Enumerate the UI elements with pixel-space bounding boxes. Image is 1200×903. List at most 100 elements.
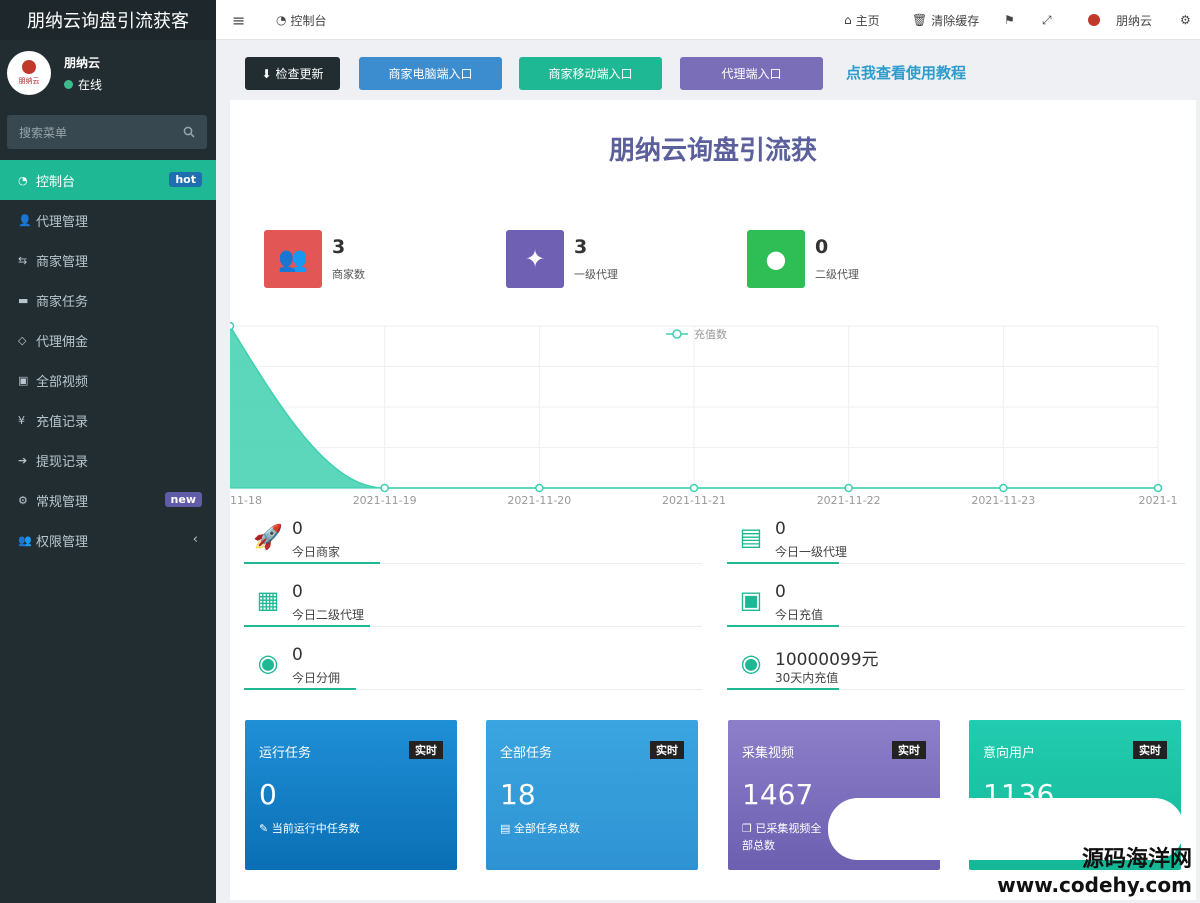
clear-cache-button[interactable]: 🗑 清除缓存 bbox=[912, 0, 979, 40]
sidebar-item-recharge[interactable]: ¥ 充值记录 bbox=[0, 400, 216, 440]
card-desc-text: 全部任务总数 bbox=[513, 822, 580, 835]
today-merchants: 🚀 0 今日商家 bbox=[244, 515, 702, 567]
stat-level1-agents: ✦ 3 一级代理 bbox=[506, 230, 706, 288]
card-desc: ✎ 当前运行中任务数 bbox=[259, 820, 379, 837]
sidebar-item-label: 权限管理 bbox=[36, 534, 89, 550]
card-value: 18 bbox=[500, 778, 536, 811]
main-content: ⬇ 检查更新 商家电脑端入口 商家移动端入口 代理端入口 点我查看使用教程 朋纳… bbox=[216, 40, 1200, 903]
user-menu[interactable]: 朋纳云 bbox=[1088, 0, 1152, 40]
sidebar: 朋纳云询盘引流获客 朋纳云 朋纳云 在线 搜索菜单 ◔ 控制台 hot 👤 代理… bbox=[0, 0, 216, 903]
user-circle-icon: ◉ bbox=[740, 649, 762, 677]
agent-entry-button[interactable]: 代理端入口 bbox=[680, 57, 823, 90]
hot-badge: hot bbox=[169, 172, 202, 187]
stat-label: 商家数 bbox=[332, 268, 365, 281]
magic-icon: ✎ bbox=[259, 822, 272, 835]
tab-label: 控制台 bbox=[290, 13, 327, 28]
chevron-left-icon[interactable]: ‹ bbox=[193, 532, 198, 547]
sidebar-item-general[interactable]: ⚙ 常规管理 new bbox=[0, 480, 216, 520]
sidebar-item-label: 全部视频 bbox=[36, 374, 89, 390]
underline bbox=[727, 625, 839, 627]
tab-dashboard[interactable]: ◔ 控制台 bbox=[276, 0, 327, 40]
mini-label: 今日充值 bbox=[775, 608, 824, 622]
mini-value: 0 bbox=[775, 582, 786, 602]
mini-value: 0 bbox=[292, 582, 303, 602]
mobile-entry-button[interactable]: 商家移动端入口 bbox=[519, 57, 662, 90]
sidebar-item-label: 代理管理 bbox=[36, 214, 89, 230]
today-level2-agents: ▦ 0 今日二级代理 bbox=[244, 578, 702, 630]
sidebar-item-label: 商家管理 bbox=[36, 254, 89, 270]
legend-marker bbox=[672, 329, 682, 339]
handshake-icon: ⇆ bbox=[18, 253, 28, 267]
sidebar-item-merchant-tasks[interactable]: ▬ 商家任务 bbox=[0, 280, 216, 320]
cogs-icon: ⚙ bbox=[1180, 13, 1191, 27]
stat-label: 一级代理 bbox=[574, 268, 618, 281]
user-avatar-icon bbox=[1088, 14, 1100, 26]
home-link[interactable]: ⌂ 主页 bbox=[844, 0, 880, 40]
x-tick-label: 2021-11-22 bbox=[817, 494, 881, 507]
sidebar-item-withdraw[interactable]: ➔ 提现记录 bbox=[0, 440, 216, 480]
watermark-line1: 源码海洋网 bbox=[1081, 847, 1192, 872]
pc-entry-label: 商家电脑端入口 bbox=[388, 67, 473, 81]
realtime-tag: 实时 bbox=[892, 741, 926, 759]
recharge-30-days: ◉ 10000099元 30天内充值 bbox=[727, 641, 1185, 693]
stat-label: 二级代理 bbox=[815, 268, 859, 281]
x-tick-label: 11-18 bbox=[230, 494, 262, 507]
users-icon: 👥 bbox=[18, 533, 32, 547]
card-desc: ❐ 已采集视频全部总数 bbox=[742, 820, 832, 854]
legend-label: 充值数 bbox=[694, 327, 727, 341]
calendar-plus-icon: ▣ bbox=[739, 586, 763, 614]
mini-label: 30天内充值 bbox=[775, 671, 839, 685]
home-label: 主页 bbox=[855, 13, 880, 28]
sidebar-item-label: 商家任务 bbox=[36, 294, 89, 310]
settings-button[interactable]: ⚙ bbox=[1180, 0, 1191, 40]
watermark-line2: www.codehy.com bbox=[997, 873, 1192, 897]
check-update-button[interactable]: ⬇ 检查更新 bbox=[245, 57, 340, 90]
sidebar-item-agents[interactable]: 👤 代理管理 bbox=[0, 200, 216, 240]
sidebar-item-videos[interactable]: ▣ 全部视频 bbox=[0, 360, 216, 400]
today-recharge: ▣ 0 今日充值 bbox=[727, 578, 1185, 630]
card-value: 1467 bbox=[742, 778, 814, 811]
sidebar-item-dashboard[interactable]: ◔ 控制台 hot bbox=[0, 160, 216, 200]
mini-value: 10000099元 bbox=[775, 650, 879, 670]
user-circle-icon: ◉ bbox=[257, 649, 279, 677]
realtime-tag: 实时 bbox=[650, 741, 684, 759]
stat-value: 3 bbox=[574, 236, 588, 258]
tutorial-link[interactable]: 点我查看使用教程 bbox=[846, 62, 966, 83]
pc-entry-button[interactable]: 商家电脑端入口 bbox=[359, 57, 502, 90]
mini-label: 今日商家 bbox=[292, 545, 341, 559]
page-title: 朋纳云询盘引流获 bbox=[608, 136, 817, 166]
cogs-icon: ⚙ bbox=[18, 493, 28, 507]
x-tick-label: 2021-11-20 bbox=[507, 494, 571, 507]
sidebar-item-commission[interactable]: ◇ 代理佣金 bbox=[0, 320, 216, 360]
diamond-icon: ◇ bbox=[18, 333, 27, 347]
search-icon[interactable] bbox=[183, 126, 195, 138]
stat-value: 0 bbox=[815, 236, 829, 258]
user-status-label: 在线 bbox=[78, 78, 103, 92]
sidebar-item-label: 充值记录 bbox=[36, 414, 89, 430]
underline bbox=[244, 688, 356, 690]
card-running-tasks[interactable]: 运行任务 实时 0 ✎ 当前运行中任务数 bbox=[245, 720, 457, 870]
sidebar-item-label: 控制台 bbox=[36, 174, 76, 190]
sidebar-item-permissions[interactable]: 👥 权限管理 ‹ bbox=[0, 520, 216, 560]
language-button[interactable]: ⚑ bbox=[1004, 0, 1015, 40]
app-title[interactable]: 朋纳云询盘引流获客 bbox=[0, 0, 216, 40]
card-desc: ▤ 全部任务总数 bbox=[500, 820, 580, 837]
flag-icon: ⚑ bbox=[1004, 13, 1015, 27]
sidebar-item-merchants[interactable]: ⇆ 商家管理 bbox=[0, 240, 216, 280]
menu-toggle-button[interactable]: ≡ bbox=[232, 0, 245, 40]
users-icon: 👥 bbox=[264, 230, 322, 288]
search-input[interactable]: 搜索菜单 bbox=[7, 115, 207, 149]
search-placeholder: 搜索菜单 bbox=[19, 125, 68, 140]
mini-label: 今日分佣 bbox=[292, 671, 341, 685]
card-title: 全部任务 bbox=[500, 746, 553, 761]
trash-icon: 🗑 bbox=[912, 13, 928, 27]
card-title: 采集视频 bbox=[742, 746, 795, 761]
data-point bbox=[230, 322, 235, 331]
fullscreen-button[interactable]: ⤢ bbox=[1042, 0, 1052, 40]
data-point bbox=[1153, 483, 1163, 493]
dashboard-panel: 朋纳云询盘引流获 👥 3 商家数 ✦ 3 一级代理 ● 0 二级代理 11-18… bbox=[230, 100, 1196, 900]
fullscreen-icon: ⤢ bbox=[1042, 12, 1052, 27]
card-all-tasks[interactable]: 全部任务 实时 18 ▤ 全部任务总数 bbox=[486, 720, 698, 870]
data-point bbox=[535, 483, 544, 493]
x-tick-label: 2021-11-21 bbox=[662, 494, 726, 507]
